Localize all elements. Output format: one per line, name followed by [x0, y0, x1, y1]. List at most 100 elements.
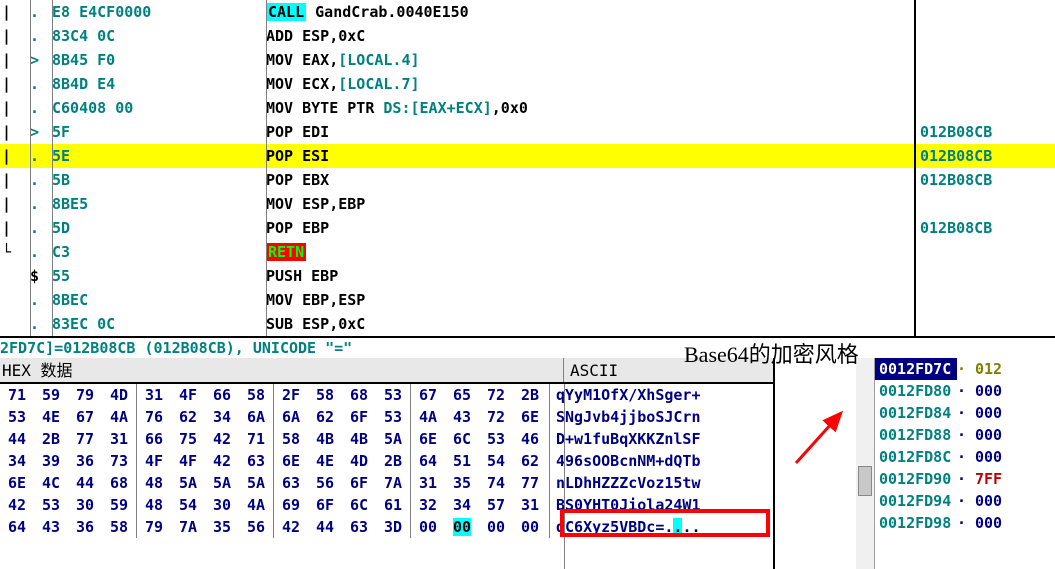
disasm-row[interactable]: |.8BE5MOV ESP,EBP [0, 192, 914, 216]
hex-row[interactable]: 425330594854304A696F6C6132345731BS0YHT0J… [0, 494, 773, 516]
disasm-row[interactable]: $55PUSH EBP [0, 264, 914, 288]
instruction: CALL GandCrab.0040E150 [266, 0, 914, 24]
opcode-bytes: C60408 00 [52, 96, 266, 120]
instruction: RETN [266, 240, 914, 264]
disasm-row[interactable]: |.8B4D E4MOV ECX,[LOCAL.7] [0, 72, 914, 96]
jump-marker: | [0, 48, 30, 72]
hex-ascii: nLDhHZZZcVoz15tw [550, 474, 701, 492]
stack-address: 0012FD8C [875, 446, 957, 468]
ref-row [916, 240, 1055, 264]
breakpoint-marker[interactable]: . [30, 0, 52, 24]
breakpoint-marker[interactable]: . [30, 144, 52, 168]
jump-marker: | [0, 72, 30, 96]
jump-marker: | [0, 120, 30, 144]
blank-strip [775, 358, 875, 569]
breakpoint-marker[interactable]: . [30, 288, 52, 312]
instruction: ADD ESP,0xC [266, 24, 914, 48]
opcode-bytes: 8BEC [52, 288, 266, 312]
disasm-row[interactable]: |>8B45 F0MOV EAX,[LOCAL.4] [0, 48, 914, 72]
stack-row[interactable]: 0012FD94·000 [875, 490, 1055, 512]
top-panels: |.E8 E4CF0000CALL GandCrab.0040E150|.83C… [0, 0, 1055, 338]
disasm-row[interactable]: .83EC 0CSUB ESP,0xC [0, 312, 914, 336]
opcode-bytes: 5D [52, 216, 266, 240]
breakpoint-marker[interactable]: . [30, 72, 52, 96]
ref-row [916, 0, 1055, 24]
instruction: POP EBP [266, 216, 914, 240]
disasm-row[interactable]: |>5FPOP EDI [0, 120, 914, 144]
stack-value: 000 [975, 490, 1002, 512]
jump-marker [0, 264, 30, 288]
jump-marker: └ [0, 240, 30, 264]
stack-row[interactable]: 0012FD7C·012 [875, 358, 1055, 380]
disasm-row[interactable]: |.5BPOP EBX [0, 168, 914, 192]
breakpoint-marker[interactable]: $ [30, 264, 52, 288]
instruction: POP ESI [266, 144, 914, 168]
breakpoint-marker[interactable]: . [30, 96, 52, 120]
breakpoint-marker[interactable]: . [30, 24, 52, 48]
disasm-row[interactable]: .8BECMOV EBP,ESP [0, 288, 914, 312]
status-line: 2FD7C]=012B08CB (012B08CB), UNICODE "=" [0, 338, 1055, 358]
opcode-bytes: 83EC 0C [52, 312, 266, 336]
ref-row [916, 264, 1055, 288]
jump-marker [0, 312, 30, 336]
stack-row[interactable]: 0012FD98·000 [875, 512, 1055, 534]
hex-ascii: BS0YHT0Jiola24W1 [550, 496, 701, 514]
hex-dump-panel[interactable]: HEX 数据 ASCII 7159794D314F66582F586853676… [0, 358, 775, 569]
hex-ascii: D+w1fuBqXKKZnlSF [550, 430, 701, 448]
disasm-row[interactable]: |.83C4 0CADD ESP,0xC [0, 24, 914, 48]
hex-ascii: 496sOOBcnNM+dQTb [550, 452, 701, 470]
stack-row[interactable]: 0012FD84·000 [875, 402, 1055, 424]
ref-row [916, 312, 1055, 336]
instruction: MOV ESP,EBP [266, 192, 914, 216]
ref-row [916, 24, 1055, 48]
jump-marker: | [0, 192, 30, 216]
stack-value: 000 [975, 512, 1002, 534]
stack-row[interactable]: 0012FD88·000 [875, 424, 1055, 446]
instruction: MOV BYTE PTR DS:[EAX+ECX],0x0 [266, 96, 914, 120]
stack-value: 7FF [975, 468, 1002, 490]
stack-address: 0012FD7C [875, 358, 957, 380]
breakpoint-marker[interactable]: > [30, 120, 52, 144]
ref-row: 012B08CB [916, 216, 1055, 240]
hex-row[interactable]: 534E674A7662346A6A626F534A43726ESNgJvb4j… [0, 406, 773, 428]
disassembly-panel[interactable]: |.E8 E4CF0000CALL GandCrab.0040E150|.83C… [0, 0, 916, 336]
stack-row[interactable]: 0012FD90·7FF [875, 468, 1055, 490]
hex-row[interactable]: 343936734F4F42636E4E4D2B64515462496sOOBc… [0, 450, 773, 472]
hex-ascii: dC6Xyz5VBDc=.... [550, 518, 701, 536]
instruction: SUB ESP,0xC [266, 312, 914, 336]
disasm-row[interactable]: |.5DPOP EBP [0, 216, 914, 240]
breakpoint-marker[interactable]: . [30, 192, 52, 216]
stack-row[interactable]: 0012FD80·000 [875, 380, 1055, 402]
stack-address: 0012FD94 [875, 490, 957, 512]
scrollbar[interactable] [856, 358, 874, 569]
breakpoint-marker[interactable]: > [30, 48, 52, 72]
stack-value: 000 [975, 446, 1002, 468]
disasm-row[interactable]: └.C3RETN [0, 240, 914, 264]
stack-value: 000 [975, 424, 1002, 446]
stack-row[interactable]: 0012FD8C·000 [875, 446, 1055, 468]
stack-address: 0012FD88 [875, 424, 957, 446]
breakpoint-marker[interactable]: . [30, 312, 52, 336]
stack-address: 0012FD80 [875, 380, 957, 402]
opcode-bytes: 5F [52, 120, 266, 144]
opcode-bytes: 5E [52, 144, 266, 168]
hex-row[interactable]: 442B773166754271584B4B5A6E6C5346D+w1fuBq… [0, 428, 773, 450]
disasm-row[interactable]: |.E8 E4CF0000CALL GandCrab.0040E150 [0, 0, 914, 24]
breakpoint-marker[interactable]: . [30, 216, 52, 240]
hex-row[interactable]: 6E4C4468485A5A5A63566F7A31357477nLDhHZZZ… [0, 472, 773, 494]
breakpoint-marker[interactable]: . [30, 168, 52, 192]
breakpoint-marker[interactable]: . [30, 240, 52, 264]
jump-marker: | [0, 0, 30, 24]
disasm-row[interactable]: |.5EPOP ESI [0, 144, 914, 168]
ref-row [916, 48, 1055, 72]
stack-panel[interactable]: 0012FD7C·0120012FD80·0000012FD84·0000012… [875, 358, 1055, 569]
stack-value: 000 [975, 402, 1002, 424]
hex-row[interactable]: 7159794D314F66582F5868536765722BqYyM1OfX… [0, 384, 773, 406]
ref-row [916, 192, 1055, 216]
reference-panel[interactable]: 012B08CB012B08CB012B08CB012B08CB [916, 0, 1055, 336]
disasm-row[interactable]: |.C60408 00MOV BYTE PTR DS:[EAX+ECX],0x0 [0, 96, 914, 120]
hex-row[interactable]: 64433658797A35564244633D00000000dC6Xyz5V… [0, 516, 773, 538]
jump-marker: | [0, 168, 30, 192]
scroll-thumb[interactable] [858, 466, 872, 496]
instruction: POP EDI [266, 120, 914, 144]
